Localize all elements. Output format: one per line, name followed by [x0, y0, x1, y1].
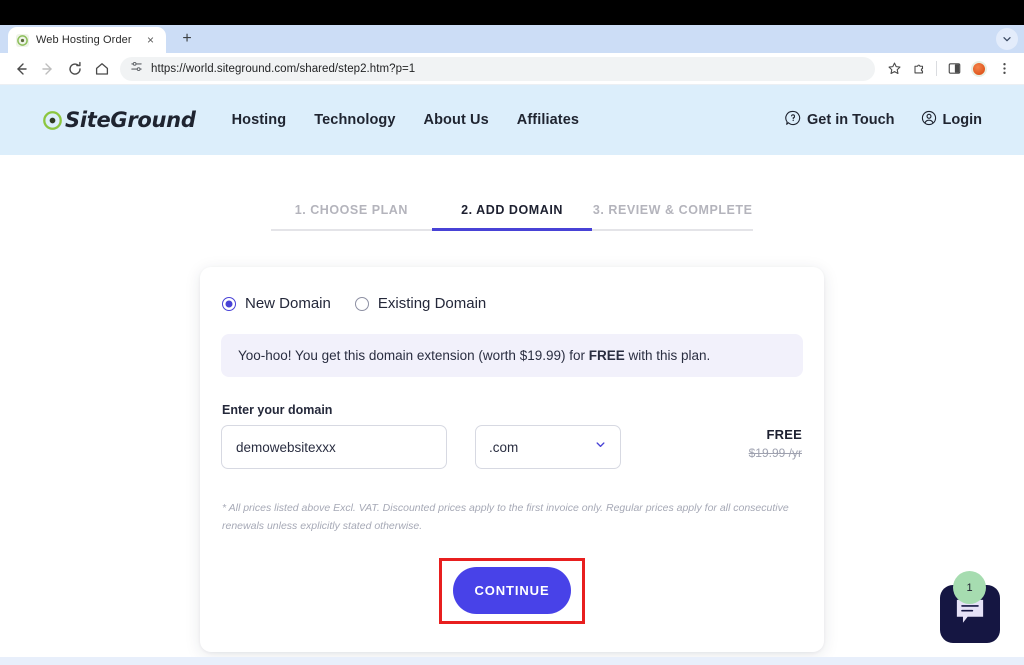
toolbar-divider [936, 61, 937, 76]
promo-banner: Yoo-hoo! You get this domain extension (… [221, 334, 803, 377]
site-header: SiteGround Hosting Technology About Us A… [0, 85, 1024, 155]
close-icon[interactable]: × [143, 33, 158, 48]
extensions-puzzle-icon[interactable] [907, 57, 931, 81]
header-actions: Get in Touch Login [785, 110, 982, 130]
login-button[interactable]: Login [921, 110, 982, 130]
tab-strip: Web Hosting Order × + [0, 25, 1024, 53]
radio-existing-domain-indicator [354, 296, 369, 311]
address-bar[interactable]: https://world.siteground.com/shared/step… [120, 56, 875, 81]
continue-button-area: CONTINUE [221, 556, 803, 626]
domain-type-radio-group: New Domain Existing Domain [221, 295, 803, 312]
tab-title: Web Hosting Order [36, 34, 132, 46]
reload-icon[interactable] [62, 56, 88, 82]
domain-card-wrapper: New Domain Existing Domain Yoo-hoo! You … [0, 231, 1024, 652]
siteground-logo[interactable]: SiteGround [42, 108, 196, 132]
forward-arrow-icon[interactable] [35, 56, 61, 82]
browser-tab[interactable]: Web Hosting Order × [8, 27, 166, 53]
url-text: https://world.siteground.com/shared/step… [151, 62, 416, 75]
promo-highlight: FREE [588, 348, 625, 363]
domain-input-row: .com FREE $19.99 /yr [221, 425, 803, 469]
split-screen-icon[interactable] [942, 57, 966, 81]
chat-unread-badge: 1 [953, 571, 986, 604]
continue-button[interactable]: CONTINUE [453, 567, 571, 615]
radio-existing-domain[interactable]: Existing Domain [354, 295, 487, 312]
radio-new-domain[interactable]: New Domain [222, 295, 331, 312]
step-choose-plan[interactable]: 1. CHOOSE PLAN [271, 203, 432, 231]
radio-new-domain-label: New Domain [245, 295, 331, 312]
nav-item-affiliates[interactable]: Affiliates [517, 112, 579, 128]
main-navigation: Hosting Technology About Us Affiliates [232, 112, 579, 128]
login-label: Login [942, 112, 982, 128]
home-icon[interactable] [89, 56, 115, 82]
siteground-favicon [16, 33, 29, 47]
nav-item-technology[interactable]: Technology [314, 112, 395, 128]
nav-item-about-us[interactable]: About Us [424, 112, 489, 128]
promo-text-after: with this plan. [624, 348, 711, 363]
price-disclaimer: * All prices listed above Excl. VAT. Dis… [222, 502, 789, 533]
browser-window: Web Hosting Order × + https://world.site… [0, 0, 1024, 665]
get-in-touch-button[interactable]: Get in Touch [785, 110, 895, 130]
help-bubble-icon [785, 110, 801, 130]
page-viewport: SiteGround Hosting Technology About Us A… [0, 85, 1024, 665]
domain-field-label: Enter your domain [222, 403, 333, 417]
step-add-domain[interactable]: 2. ADD DOMAIN [431, 203, 593, 231]
radio-existing-domain-label: Existing Domain [377, 295, 487, 312]
tld-select[interactable]: .com [475, 425, 621, 469]
three-dot-menu-icon[interactable] [992, 57, 1016, 81]
domain-card: New Domain Existing Domain Yoo-hoo! You … [200, 267, 824, 652]
price-original: $19.99 /yr [748, 446, 802, 460]
user-circle-icon [921, 110, 937, 130]
siteground-logo-icon [42, 110, 63, 131]
star-icon[interactable] [882, 57, 906, 81]
new-tab-button[interactable]: + [174, 26, 200, 52]
step-review-complete[interactable]: 3. REVIEW & COMPLETE [592, 203, 754, 231]
chat-widget[interactable]: 1 [940, 571, 1000, 643]
browser-toolbar: https://world.siteground.com/shared/step… [0, 53, 1024, 85]
tab-list-chevron-icon[interactable] [996, 28, 1018, 50]
radio-new-domain-indicator [222, 296, 236, 311]
chevron-down-icon [594, 438, 607, 456]
siteground-logo-text: SiteGround [65, 108, 196, 132]
price-free-label: FREE [766, 427, 802, 442]
get-in-touch-label: Get in Touch [807, 112, 895, 128]
tld-select-value: .com [489, 439, 519, 455]
screen-top-bezel [0, 0, 1024, 25]
domain-input[interactable] [221, 425, 447, 469]
domain-price: FREE $19.99 /yr [749, 425, 803, 469]
page-bottom-strip [0, 657, 1024, 665]
site-settings-icon[interactable] [130, 60, 143, 78]
back-arrow-icon[interactable] [8, 56, 34, 82]
promo-text-before: Yoo-hoo! You get this domain extension (… [238, 348, 589, 363]
nav-item-hosting[interactable]: Hosting [232, 112, 287, 128]
profile-avatar-icon[interactable] [967, 57, 991, 81]
checkout-steps: 1. CHOOSE PLAN 2. ADD DOMAIN 3. REVIEW &… [0, 155, 1024, 231]
